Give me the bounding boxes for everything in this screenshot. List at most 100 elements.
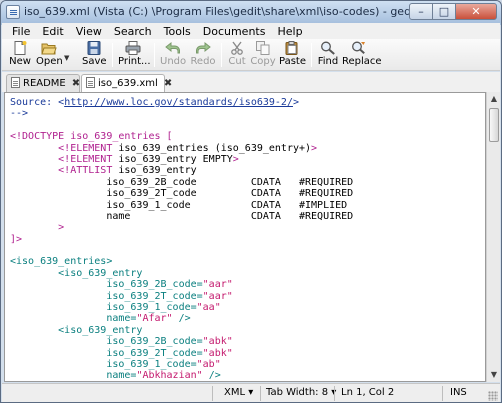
menu-documents[interactable]: Documents bbox=[197, 23, 272, 39]
code-token: iso_639_entry EMPTY bbox=[118, 153, 233, 165]
code-line: name="Afar" /> bbox=[10, 313, 353, 324]
scroll-down-arrow-icon[interactable]: ▼ bbox=[487, 368, 501, 382]
code-token: > bbox=[232, 153, 239, 165]
menu-help[interactable]: Help bbox=[271, 23, 308, 39]
save-disk-icon bbox=[87, 41, 101, 55]
code-line: Source: <http://www.loc.gov/standards/is… bbox=[10, 97, 353, 108]
vertical-scrollbar[interactable]: ▲ ▼ bbox=[486, 92, 500, 382]
menu-edit[interactable]: Edit bbox=[36, 23, 69, 39]
code-token: iso_639_2B_code= bbox=[10, 336, 203, 348]
printer-icon bbox=[125, 41, 141, 55]
cut-button[interactable]: Cut bbox=[226, 41, 248, 69]
text-editor[interactable]: Source: <http://www.loc.gov/standards/is… bbox=[4, 92, 486, 382]
code-token: iso_639_2B_code CDATA #REQUIRED bbox=[10, 176, 354, 188]
close-tab-icon[interactable]: ✖ bbox=[72, 78, 80, 89]
scroll-up-arrow-icon[interactable]: ▲ bbox=[487, 92, 501, 106]
copy-label: Copy bbox=[250, 56, 276, 67]
code-token: > bbox=[10, 222, 65, 234]
copy-button[interactable]: Copy bbox=[250, 41, 276, 69]
language-selector[interactable]: XML ▾ bbox=[224, 387, 253, 398]
redo-button[interactable]: Redo bbox=[190, 41, 216, 69]
menu-file[interactable]: File bbox=[6, 23, 36, 39]
code-line: iso_639_2T_code CDATA #REQUIRED bbox=[10, 188, 353, 199]
code-token: ]> bbox=[10, 233, 23, 245]
code-token: name CDATA #REQUIRED bbox=[10, 210, 354, 222]
tab-readme[interactable]: README ✖ bbox=[6, 74, 80, 92]
open-recent-arrow-icon[interactable]: ▼ bbox=[64, 54, 69, 62]
code-token: --> bbox=[10, 108, 29, 120]
menu-view[interactable]: View bbox=[70, 23, 108, 39]
menu-search[interactable]: Search bbox=[108, 23, 158, 39]
paste-button[interactable]: Paste bbox=[279, 41, 306, 69]
close-button[interactable]: ✕ bbox=[455, 3, 497, 20]
new-document-icon bbox=[14, 41, 27, 55]
print-label: Print... bbox=[118, 56, 151, 67]
code-line: > bbox=[10, 222, 353, 233]
code-line: <!DOCTYPE iso_639_entries [ bbox=[10, 131, 353, 142]
text-document-icon bbox=[11, 77, 20, 88]
maximize-button[interactable]: □ bbox=[432, 3, 456, 20]
code-token: <!ELEMENT bbox=[10, 142, 119, 154]
code-line: <iso_639_entry bbox=[10, 325, 353, 336]
open-button[interactable]: Open bbox=[36, 41, 63, 69]
code-token: iso_639_2T_code CDATA #REQUIRED bbox=[10, 188, 354, 200]
find-button[interactable]: Find bbox=[316, 41, 340, 69]
gedit-window: iso_639.xml (Vista (C:) \Program Files\g… bbox=[0, 0, 502, 403]
toolbar-separator bbox=[311, 43, 312, 67]
window-title: iso_639.xml (Vista (C:) \Program Files\g… bbox=[24, 5, 419, 18]
replace-button[interactable]: Replace bbox=[342, 41, 382, 69]
window-controls: – □ ✕ bbox=[409, 3, 497, 20]
code-token: <!ATTLIST bbox=[10, 165, 119, 177]
title-bar[interactable]: iso_639.xml (Vista (C:) \Program Files\g… bbox=[1, 1, 501, 23]
redo-label: Redo bbox=[190, 56, 216, 67]
status-separator bbox=[212, 386, 213, 401]
code-token: iso_639_1_code CDATA #IMPLIED bbox=[10, 199, 348, 211]
text-document-icon bbox=[86, 77, 95, 88]
code-token: <iso_639_entries> bbox=[10, 256, 113, 268]
code-line: name CDATA #REQUIRED bbox=[10, 211, 353, 222]
code-token: /> bbox=[202, 370, 221, 382]
tab-width-label: Tab Width: 8 bbox=[266, 387, 329, 398]
insert-mode: INS bbox=[450, 387, 467, 398]
find-replace-icon bbox=[352, 41, 365, 54]
code-token: iso_639_2B_code= bbox=[10, 279, 203, 291]
code-token: "ab" bbox=[196, 358, 221, 370]
code-token: <iso_639_entry bbox=[10, 324, 143, 336]
code-token: "abk" bbox=[202, 336, 233, 348]
code-line: ]> bbox=[10, 234, 353, 245]
code-line: name="Abkhazian" /> bbox=[10, 370, 353, 381]
resize-grip[interactable] bbox=[488, 391, 498, 401]
code-line: iso_639_1_code="aa" bbox=[10, 302, 353, 313]
save-label: Save bbox=[82, 56, 107, 67]
open-label: Open bbox=[36, 56, 63, 67]
undo-button[interactable]: Undo bbox=[160, 41, 186, 69]
new-button[interactable]: New bbox=[8, 41, 32, 69]
save-button[interactable]: Save bbox=[82, 41, 107, 69]
menu-bar: File Edit View Search Tools Documents He… bbox=[2, 23, 500, 39]
toolbar-separator bbox=[221, 43, 222, 67]
tab-width-selector[interactable]: Tab Width: 8 ▾ bbox=[266, 387, 336, 398]
minimize-button[interactable]: – bbox=[409, 3, 433, 20]
scrollbar-thumb[interactable] bbox=[489, 108, 499, 142]
paste-label: Paste bbox=[279, 56, 306, 67]
gedit-app-icon bbox=[6, 5, 20, 19]
code-token[interactable]: http://www.loc.gov/standards/iso639-2/ bbox=[64, 97, 293, 108]
code-token: iso_639_2T_code= bbox=[10, 290, 203, 302]
code-token: "Afar" bbox=[136, 313, 173, 325]
code-token: iso_639_1_code= bbox=[10, 302, 197, 314]
tab-iso-639-xml[interactable]: iso_639.xml ✖ bbox=[81, 74, 172, 93]
print-button[interactable]: Print... bbox=[118, 41, 151, 69]
code-view[interactable]: Source: <http://www.loc.gov/standards/is… bbox=[10, 97, 354, 381]
new-label: New bbox=[9, 56, 31, 67]
code-line: <!ATTLIST iso_639_entry bbox=[10, 165, 353, 176]
find-label: Find bbox=[317, 56, 339, 67]
undo-arrow-icon bbox=[165, 41, 180, 54]
undo-label: Undo bbox=[160, 56, 187, 67]
close-tab-icon[interactable]: ✖ bbox=[164, 78, 172, 89]
menu-tools[interactable]: Tools bbox=[158, 23, 197, 39]
code-token: "Abkhazian" bbox=[136, 370, 203, 382]
cut-label: Cut bbox=[228, 56, 246, 67]
code-line: <iso_639_entry bbox=[10, 268, 353, 279]
